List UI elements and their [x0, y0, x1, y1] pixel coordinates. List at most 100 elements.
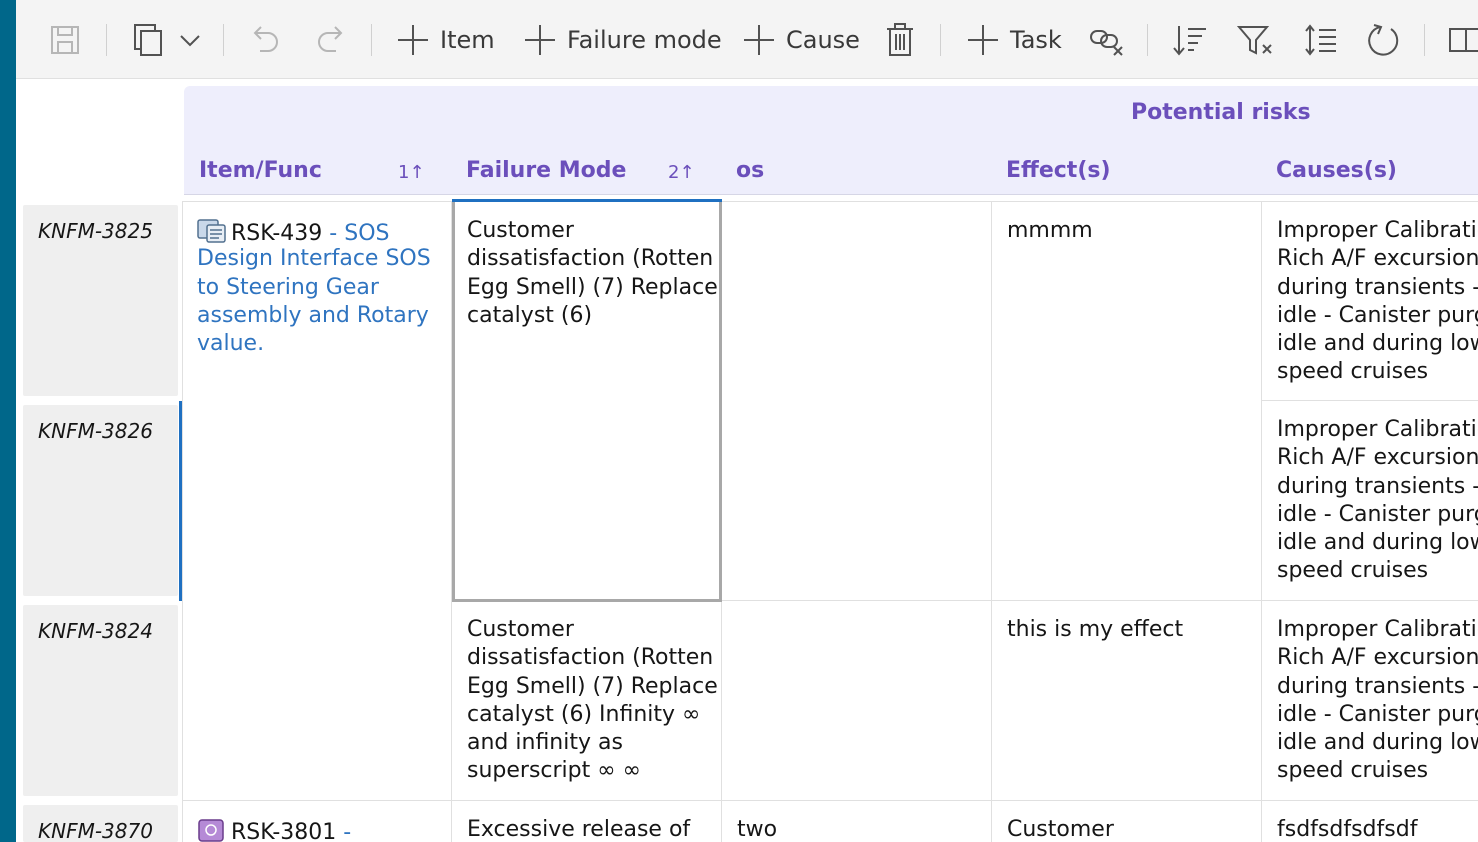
column-header-os[interactable]: os — [736, 158, 764, 183]
column-header-causes[interactable]: Causes(s) — [1276, 158, 1397, 183]
toolbar: Item Failure mode Cause Task — [16, 0, 1478, 79]
failure-mode-text: Egg Smell) (7) Replace — [467, 673, 718, 699]
row-header[interactable]: KNFM-3825 — [23, 205, 178, 396]
effect-cell[interactable]: Customer — [1007, 816, 1114, 842]
risk-function-icon — [198, 819, 224, 842]
item-id: RSK-3801 — [231, 820, 337, 842]
selected-cell-outline — [452, 199, 722, 602]
add-failure-mode-button[interactable]: Failure mode — [523, 16, 722, 64]
refresh-button[interactable] — [1366, 16, 1402, 64]
item-title-link[interactable]: assembly and Rotary — [197, 302, 431, 330]
failure-mode-text: and infinity as — [467, 730, 623, 756]
column-header-failure-mode[interactable]: Failure Mode — [466, 158, 626, 183]
undo-icon — [253, 26, 278, 52]
copy-dropdown-button[interactable] — [178, 16, 202, 64]
item-cell[interactable]: RSK-439 - SOS Design Interface SOS to St… — [197, 217, 431, 358]
cause-cell[interactable]: Improper Calibratio Rich A/F excursions … — [1277, 616, 1478, 786]
os-text: two — [737, 817, 778, 842]
row-header[interactable]: KNFM-3824 — [23, 605, 178, 796]
item-cell[interactable]: RSK-3801 - — [197, 816, 351, 842]
add-task-label: Task — [1010, 26, 1062, 54]
row-id: KNFM-3870 — [38, 819, 153, 842]
cause-text: Rich A/F excursions — [1277, 445, 1478, 471]
item-title-link[interactable]: - — [336, 820, 351, 842]
cause-text: idle - Canister purge — [1277, 501, 1478, 527]
undo-button[interactable] — [248, 16, 282, 64]
row-header[interactable]: KNFM-3870 — [23, 805, 178, 842]
os-cell[interactable]: two — [737, 816, 777, 842]
effect-cell[interactable]: mmmm — [1007, 217, 1093, 245]
column-header-effects[interactable]: Effect(s) — [1006, 158, 1111, 183]
failure-mode-cell[interactable]: Excessive release of — [467, 816, 690, 842]
copy-icon — [134, 24, 162, 56]
toolbar-separator — [1424, 24, 1425, 56]
item-id: RSK-439 — [231, 221, 323, 246]
failure-mode-text: dissatisfaction (Rotten — [467, 645, 714, 671]
toolbar-separator — [940, 24, 941, 56]
item-title-link[interactable]: Design Interface SOS — [197, 245, 431, 273]
refresh-icon — [1368, 24, 1399, 56]
unlink-button[interactable] — [1088, 16, 1126, 64]
toolbar-separator — [371, 24, 372, 56]
cause-text: idle and during low — [1277, 530, 1478, 556]
redo-button[interactable] — [314, 16, 348, 64]
plus-icon — [525, 25, 555, 55]
trash-icon — [887, 23, 913, 56]
cause-text: speed cruises — [1277, 558, 1429, 584]
redo-icon — [318, 26, 343, 52]
column-header-item-func[interactable]: Item/Func — [199, 158, 322, 183]
chevron-down-icon — [180, 35, 200, 47]
side-panel-button[interactable] — [1448, 16, 1478, 64]
left-rail — [0, 0, 16, 842]
grid-line — [1261, 201, 1262, 842]
clear-filter-button[interactable] — [1237, 16, 1275, 64]
item-title-link[interactable]: to Steering Gear — [197, 274, 431, 302]
copy-button[interactable] — [132, 16, 166, 64]
grid-line — [182, 201, 1478, 202]
cause-text: idle - Canister purge — [1277, 302, 1478, 328]
item-title-link[interactable]: - SOS — [322, 221, 389, 246]
cause-cell[interactable]: Improper Calibratio Rich A/F excursions … — [1277, 416, 1478, 586]
cause-text: during transients - a — [1277, 274, 1478, 300]
cause-text: Rich A/F excursions — [1277, 645, 1478, 671]
save-button[interactable] — [50, 16, 80, 64]
effect-text: Customer — [1007, 817, 1114, 842]
item-title-link[interactable]: value. — [197, 330, 431, 358]
cause-text: Rich A/F excursions — [1277, 246, 1478, 272]
row-header[interactable]: KNFM-3826 — [23, 405, 178, 596]
add-item-button[interactable]: Item — [396, 16, 495, 64]
cause-cell[interactable]: Improper Calibratio Rich A/F excursions … — [1277, 217, 1478, 387]
effect-text: this is my effect — [1007, 617, 1184, 642]
failure-mode-text: Excessive release of — [467, 817, 691, 842]
row-id: KNFM-3824 — [38, 619, 153, 643]
add-task-button[interactable]: Task — [966, 16, 1062, 64]
row-height-button[interactable] — [1304, 16, 1338, 64]
cause-text: idle - Canister purge — [1277, 701, 1478, 727]
cause-text: Improper Calibratio — [1277, 417, 1478, 442]
cause-text: speed cruises — [1277, 359, 1429, 385]
cause-text: during transients - a — [1277, 473, 1478, 499]
selected-cell-indicator — [452, 199, 722, 202]
row-id: KNFM-3825 — [38, 219, 153, 243]
cause-text: Improper Calibratio — [1277, 617, 1478, 642]
cause-text: idle and during low — [1277, 730, 1478, 756]
add-cause-button[interactable]: Cause — [742, 16, 860, 64]
effect-cell[interactable]: this is my effect — [1007, 616, 1183, 644]
add-item-label: Item — [440, 26, 495, 54]
failure-mode-text: superscript ∞ ∞ — [467, 758, 641, 784]
failure-mode-text: catalyst (6) Infinity ∞ — [467, 701, 701, 727]
failure-mode-cell[interactable]: Customer dissatisfaction (Rotten Egg Sme… — [467, 616, 718, 786]
sort-indicator-item-func: 1↑ — [398, 162, 425, 183]
cause-text: fsdfsdfsdfsdf — [1277, 817, 1418, 842]
sort-button[interactable] — [1172, 16, 1208, 64]
header-group-potential-risks: Potential risks — [1131, 100, 1311, 125]
toolbar-separator — [223, 24, 224, 56]
delete-button[interactable] — [884, 16, 916, 64]
sort-indicator-failure-mode: 2↑ — [668, 162, 695, 183]
effect-text: mmmm — [1007, 218, 1093, 243]
plus-icon — [744, 25, 774, 55]
cause-cell[interactable]: fsdfsdfsdfsdf — [1277, 816, 1417, 842]
grid-line — [182, 800, 1478, 801]
side-panel-icon — [1449, 28, 1478, 52]
cause-text: during transients - a — [1277, 673, 1478, 699]
